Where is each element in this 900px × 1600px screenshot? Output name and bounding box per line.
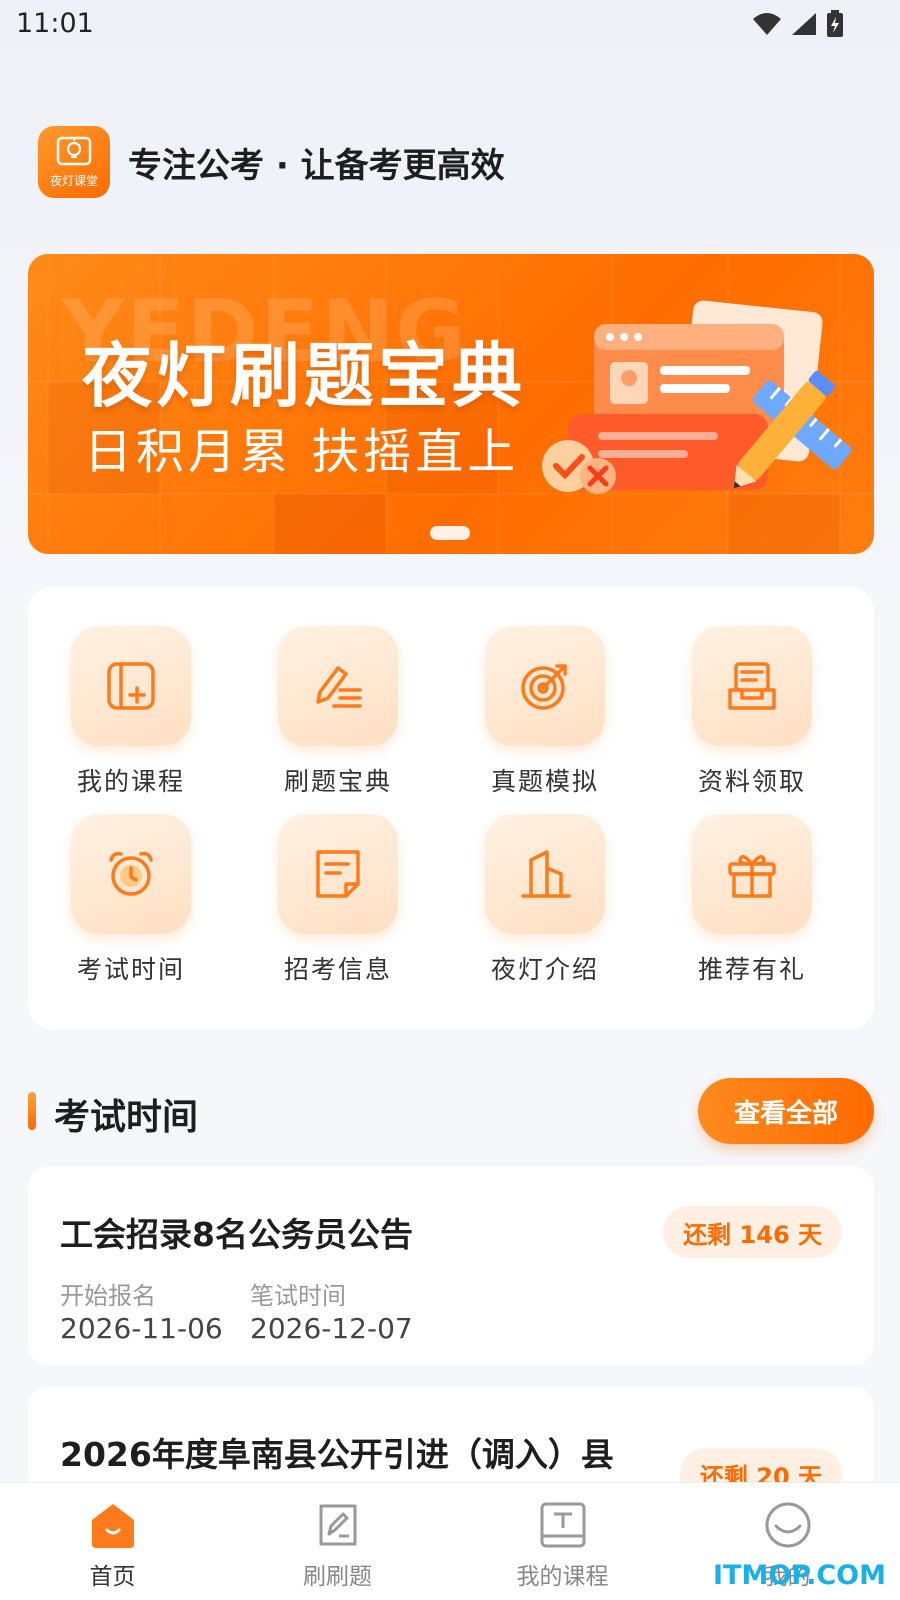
days-left-badge: 还剩 146 天	[663, 1206, 842, 1258]
promo-banner[interactable]: YEDENG 夜灯刷题宝典 日积月累 扶摇直上	[28, 254, 874, 554]
section-accent-bar	[28, 1092, 36, 1130]
home-icon	[85, 1497, 141, 1553]
battery-icon	[827, 10, 843, 37]
menu-item-mock-exam[interactable]: 真题模拟	[445, 626, 645, 798]
menu-label: 夜灯介绍	[490, 955, 599, 984]
start-date-value: 2026-11-06	[60, 1312, 223, 1345]
status-bar: 11:01	[0, 0, 900, 50]
wifi-icon	[753, 13, 781, 35]
tab-label: 首页	[89, 1564, 136, 1590]
menu-item-recruit-info[interactable]: 招考信息	[238, 814, 438, 986]
start-date-label: 开始报名	[60, 1282, 156, 1310]
logo-text: 夜灯课堂	[49, 173, 98, 188]
menu-item-about[interactable]: 夜灯介绍	[445, 814, 645, 986]
menu-item-my-course[interactable]: 我的课程	[31, 626, 231, 798]
signal-icon	[792, 13, 816, 35]
site-watermark: ITMOP.COM	[712, 1560, 886, 1591]
tab-label: 刷刷题	[303, 1564, 372, 1590]
view-all-button[interactable]: 查看全部	[698, 1078, 874, 1144]
exam-date-label: 笔试时间	[250, 1282, 346, 1310]
menu-label: 招考信息	[283, 955, 392, 984]
section-title: 考试时间	[54, 1097, 199, 1138]
menu-label: 考试时间	[76, 955, 185, 984]
brand-header: 夜灯课堂 专注公考 · 让备考更高效	[38, 126, 505, 198]
gift-icon	[692, 814, 812, 934]
menu-label: 我的课程	[76, 767, 185, 796]
target-icon	[485, 626, 605, 746]
quick-menu: 我的课程 刷题宝典 真题模拟 资料领取 考试时间 招考信息 夜灯介绍 推荐有礼	[28, 586, 874, 1030]
menu-label: 刷题宝典	[283, 767, 392, 796]
exam-card[interactable]: 工会招录8名公务员公告 还剩 146 天 开始报名 2026-11-06 笔试时…	[28, 1166, 874, 1366]
status-icons	[752, 10, 844, 38]
lightbulb-icon	[56, 136, 92, 165]
tab-practice[interactable]: 刷刷题	[225, 1483, 450, 1600]
banner-subtitle: 日积月累 扶摇直上	[84, 424, 520, 480]
exam-date-value: 2026-12-07	[250, 1312, 413, 1345]
banner-pagination-dot[interactable]	[430, 526, 470, 540]
exam-title: 2026年度阜南县公开引进（调入）县	[60, 1435, 614, 1474]
course-icon	[71, 626, 191, 746]
slogan: 专注公考 · 让备考更高效	[128, 145, 505, 186]
study-illustration	[542, 300, 852, 494]
exam-section-header: 考试时间 查看全部	[28, 1078, 874, 1144]
tab-label: 我的课程	[516, 1564, 609, 1590]
menu-item-question-bank[interactable]: 刷题宝典	[238, 626, 438, 798]
inbox-tray-icon	[692, 626, 812, 746]
exam-title: 工会招录8名公务员公告	[60, 1215, 413, 1254]
tab-my-course[interactable]: 我的课程	[450, 1483, 675, 1600]
tab-home[interactable]: 首页	[0, 1483, 225, 1600]
menu-item-materials[interactable]: 资料领取	[652, 626, 852, 798]
building-icon	[485, 814, 605, 934]
app-logo: 夜灯课堂	[38, 126, 110, 198]
banner-title: 夜灯刷题宝典	[82, 335, 526, 417]
menu-item-exam-time[interactable]: 考试时间	[31, 814, 231, 986]
book-icon	[535, 1497, 591, 1553]
menu-label: 资料领取	[697, 767, 806, 796]
profile-icon	[760, 1497, 816, 1553]
menu-item-referral[interactable]: 推荐有礼	[652, 814, 852, 986]
pencil-list-icon	[278, 626, 398, 746]
document-icon	[278, 814, 398, 934]
alarm-clock-icon	[71, 814, 191, 934]
menu-label: 推荐有礼	[697, 955, 806, 984]
status-time: 11:01	[16, 8, 94, 39]
menu-label: 真题模拟	[490, 767, 599, 796]
practice-icon	[310, 1497, 366, 1553]
